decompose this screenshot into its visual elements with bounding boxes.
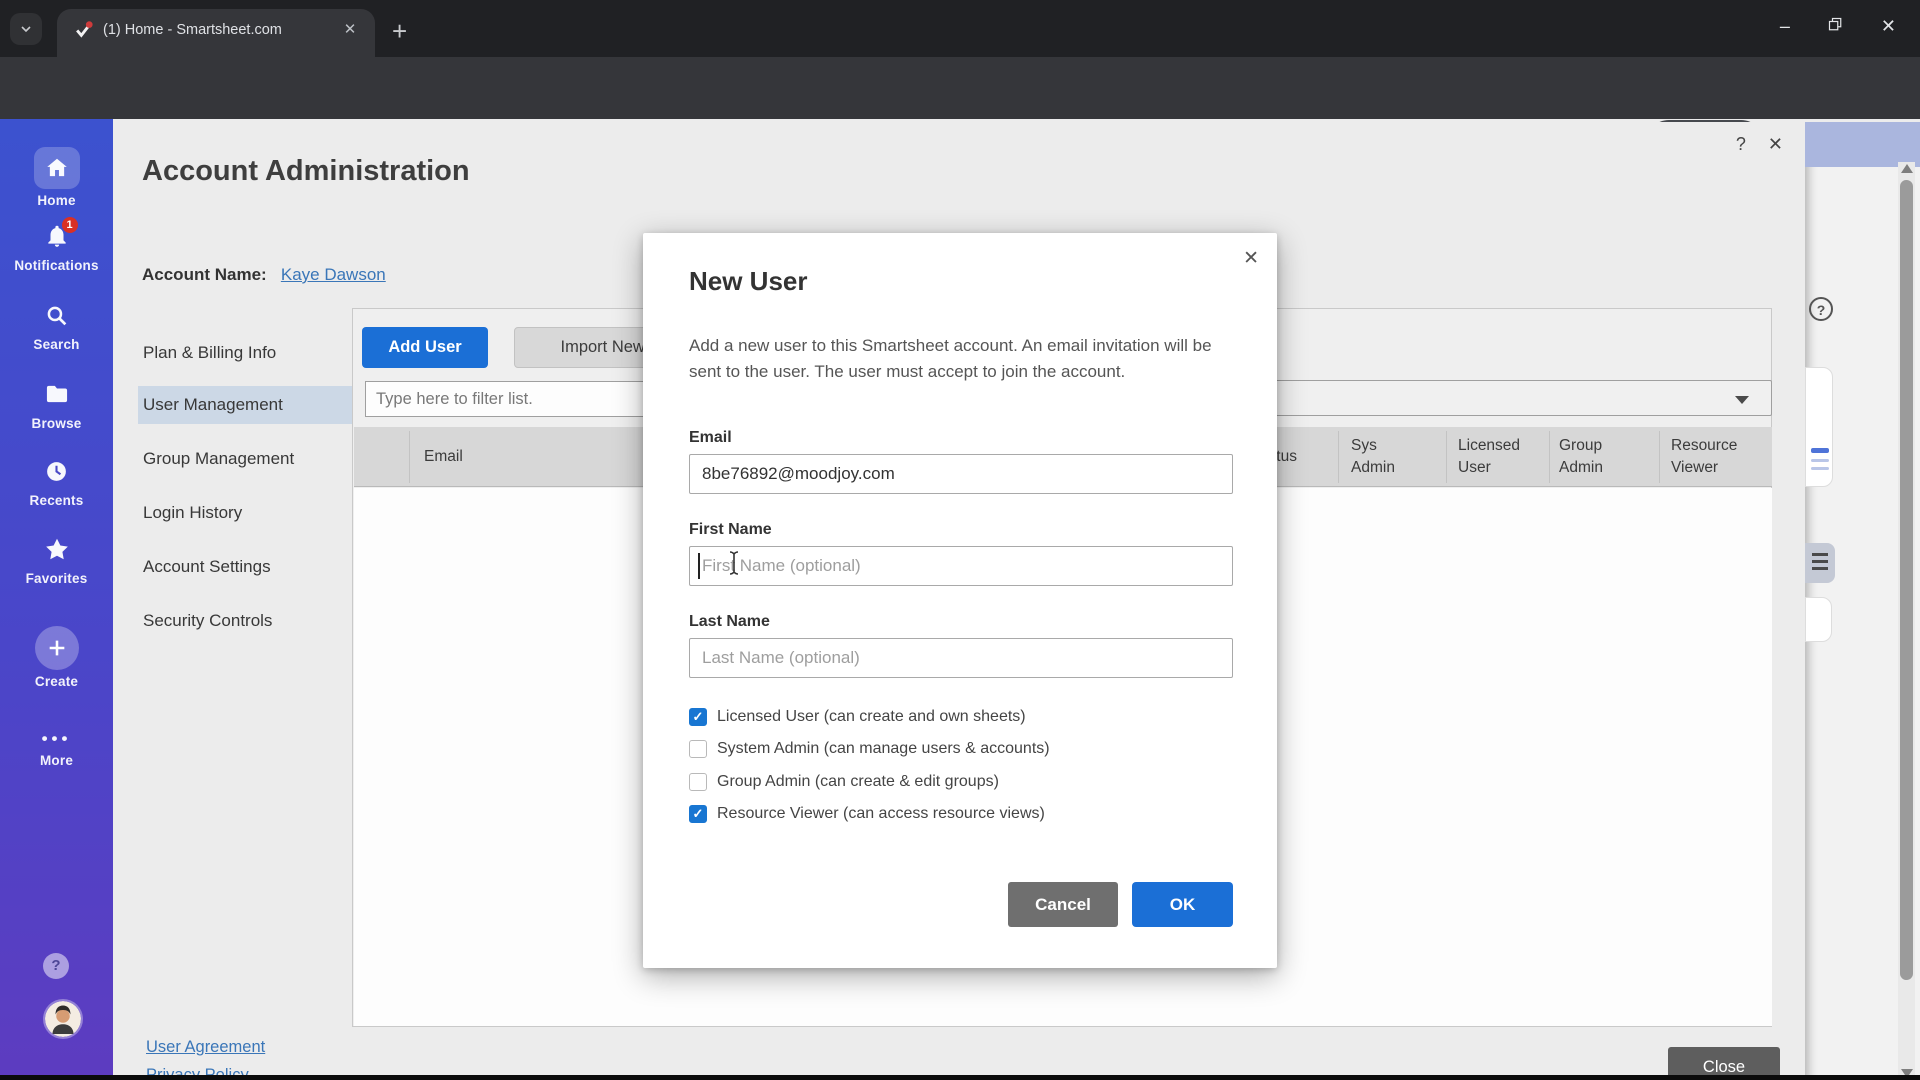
window-minimize-button[interactable]: – [1780,17,1790,35]
email-label: Email [689,429,732,447]
search-icon [44,303,69,328]
dialog-description: Add a new user to this Smartsheet accoun… [689,333,1234,385]
notification-badge: 1 [62,217,78,233]
window-close-button[interactable]: ✕ [1881,17,1896,35]
checkbox-row-resource-viewer: Resource Viewer (can access resource vie… [689,804,1045,824]
home-icon [34,147,80,189]
panel-help-button[interactable]: ? [1736,134,1746,155]
text-caret [698,553,700,579]
page-scrollbar[interactable] [1898,162,1915,1080]
new-user-dialog: ✕ New User Add a new user to this Smarts… [643,233,1277,968]
menu-item-group-management[interactable]: Group Management [138,440,356,478]
star-icon [44,536,70,562]
first-name-label: First Name [689,521,772,539]
tab-search-button[interactable] [10,13,42,45]
bell-icon: 1 [44,223,70,249]
dialog-close-icon[interactable]: ✕ [1239,243,1263,274]
screen-bottom-edge [0,1075,1920,1080]
scroll-up-arrow-icon[interactable] [1901,164,1913,173]
browser-tab-strip: (1) Home - Smartsheet.com ✕ + – ✕ [0,0,1920,57]
ok-button[interactable]: OK [1132,882,1233,927]
new-tab-button[interactable]: + [392,16,407,47]
chevron-down-icon [18,21,34,37]
email-field[interactable] [689,454,1233,494]
sidebar-item-favorites[interactable]: Favorites [0,536,113,586]
page-title: Account Administration [142,155,470,188]
window-restore-button[interactable] [1828,17,1843,35]
text-cursor [727,550,741,581]
restore-icon [1828,17,1843,32]
sidebar-item-create[interactable]: Create [0,626,113,689]
browser-tab[interactable]: (1) Home - Smartsheet.com ✕ [57,9,375,57]
account-name-row: Account Name: Kaye Dawson [142,265,386,285]
sidebar-item-more[interactable]: ••• More [0,729,113,768]
plus-icon [35,626,79,670]
user-avatar[interactable] [45,1001,81,1037]
add-user-button[interactable]: Add User [362,327,488,368]
app-sidebar: Home 1 Notifications Search Browse R [0,119,113,1080]
panel-close-button[interactable]: ✕ [1768,134,1783,155]
checkbox-row-system-admin: System Admin (can manage users & account… [689,739,1050,759]
sidebar-item-notifications[interactable]: 1 Notifications [0,223,113,273]
background-widget [1805,367,1833,487]
screen: (1) Home - Smartsheet.com ✕ + – ✕ ← → ap… [0,0,1920,1080]
scrollbar-thumb[interactable] [1900,180,1913,980]
avatar-image [45,1001,81,1037]
background-widget-2 [1805,597,1832,642]
cancel-button[interactable]: Cancel [1008,882,1118,927]
dialog-title: New User [689,266,808,297]
licensed-user-checkbox[interactable] [689,708,707,726]
menu-item-login-history[interactable]: Login History [138,494,356,532]
caret-down-icon [1735,396,1749,404]
user-agreement-link[interactable]: User Agreement [146,1038,265,1057]
sidebar-item-search[interactable]: Search [0,303,113,352]
column-header-group-admin: Group Admin [1559,435,1619,479]
resource-viewer-checkbox[interactable] [689,805,707,823]
folder-icon [44,381,70,407]
browser-toolbar: ← → app.smartsheet.com/home ☆ Incognito … [0,57,1920,119]
sidebar-help-button[interactable]: ? [43,953,69,979]
ellipsis-icon: ••• [42,729,72,748]
system-admin-checkbox[interactable] [689,740,707,758]
menu-item-account-settings[interactable]: Account Settings [138,548,356,586]
sidebar-item-recents[interactable]: Recents [0,459,113,508]
last-name-field[interactable] [689,638,1233,678]
column-header-email: Email [424,446,463,468]
sidebar-item-home[interactable]: Home [0,147,113,208]
background-hamburger-button[interactable] [1805,543,1835,583]
account-name-label: Account Name: [142,265,267,284]
column-header-licensed-user: Licensed User [1458,435,1538,479]
menu-item-user-management[interactable]: User Management [138,386,356,424]
background-page-strip: ? [1805,122,1920,1080]
last-name-label: Last Name [689,613,770,631]
first-name-field[interactable] [689,546,1233,586]
window-controls: – ✕ [1780,0,1920,52]
tab-close-button[interactable]: ✕ [339,19,361,41]
menu-item-plan-billing[interactable]: Plan & Billing Info [138,334,356,372]
column-header-sys-admin: Sys Admin [1351,435,1413,479]
checkbox-row-licensed-user: Licensed User (can create and own sheets… [689,707,1026,727]
column-header-resource-viewer: Resource Viewer [1671,435,1751,479]
background-header-band [1805,122,1920,167]
menu-item-security-controls[interactable]: Security Controls [138,602,356,640]
account-name-link[interactable]: Kaye Dawson [281,265,386,284]
tab-title: (1) Home - Smartsheet.com [103,22,339,38]
smartsheet-favicon-icon [73,20,93,40]
sidebar-item-browse[interactable]: Browse [0,381,113,431]
group-admin-checkbox[interactable] [689,773,707,791]
background-help-button[interactable]: ? [1809,297,1833,321]
clock-icon [44,459,69,484]
checkbox-row-group-admin: Group Admin (can create & edit groups) [689,772,999,792]
